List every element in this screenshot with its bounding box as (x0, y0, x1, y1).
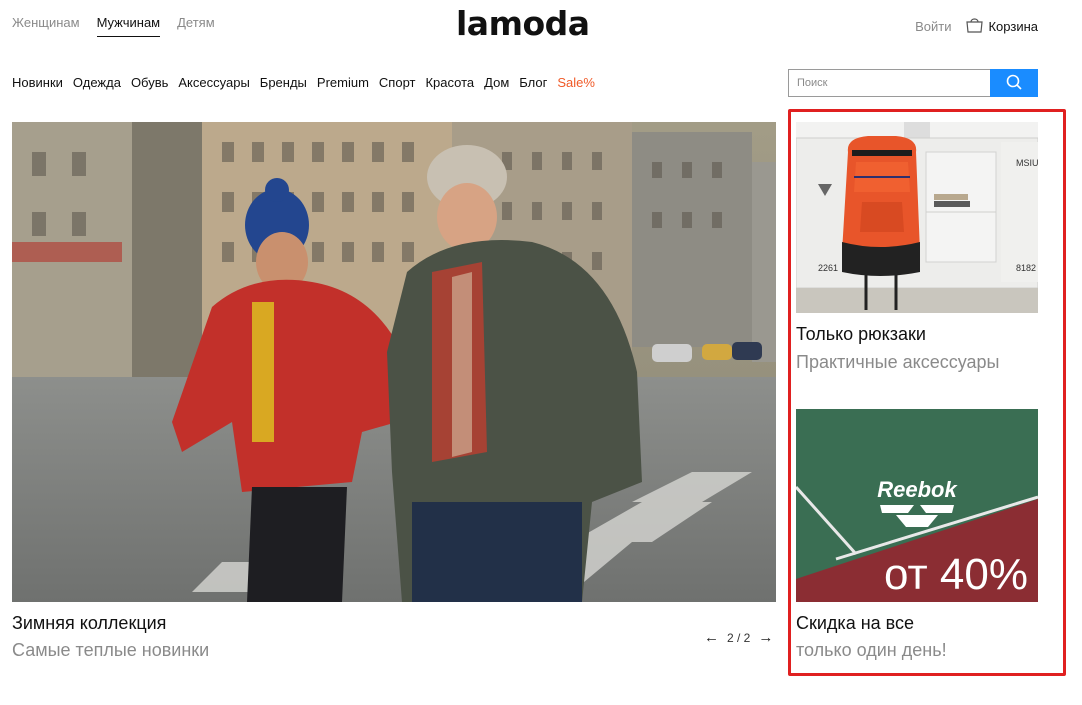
nav-sale[interactable]: Sale% (557, 75, 595, 90)
login-link[interactable]: Войти (915, 19, 951, 34)
nav-shoes[interactable]: Обувь (131, 75, 168, 90)
promo-sale-title[interactable]: Скидка на все (796, 613, 914, 634)
hero-banner-image[interactable] (12, 122, 776, 602)
nav-clothing[interactable]: Одежда (73, 75, 121, 90)
nav-accessories[interactable]: Аксессуары (178, 75, 249, 90)
gender-tabs: Женщинам Мужчинам Детям (12, 15, 215, 37)
nav-beauty[interactable]: Красота (425, 75, 474, 90)
arrow-left-icon[interactable]: ← (704, 629, 719, 646)
arrow-right-icon[interactable]: → (758, 629, 773, 646)
hero-subtitle: Самые теплые новинки (12, 640, 210, 660)
promo-backpacks-title[interactable]: Только рюкзаки (796, 324, 926, 345)
backpack-illustration: 2261 8182 MSIU (796, 122, 1038, 313)
search-button[interactable] (990, 69, 1038, 97)
nav-sport[interactable]: Спорт (379, 75, 416, 90)
locker-label-right: 8182 (1016, 263, 1036, 273)
locker-label-top: MSIU (1016, 158, 1038, 168)
reebok-sale-illustration: Reebok от 40% (796, 409, 1038, 602)
nav-new[interactable]: Новинки (12, 75, 63, 90)
tab-kids[interactable]: Детям (177, 15, 215, 37)
cart-link[interactable]: Корзина (965, 16, 1038, 37)
nav-brands[interactable]: Бренды (260, 75, 307, 90)
reebok-logo: Reebok (877, 477, 958, 502)
hero-pager: ← 2 / 2 → (704, 629, 773, 646)
pager-counter: 2 / 2 (727, 630, 751, 645)
nav-premium[interactable]: Premium (317, 75, 369, 90)
nav-blog[interactable]: Блог (519, 75, 547, 90)
discount-label: от 40% (884, 550, 1028, 599)
category-nav: Новинки Одежда Обувь Аксессуары Бренды P… (12, 75, 595, 90)
tab-men[interactable]: Мужчинам (96, 15, 161, 37)
tab-women[interactable]: Женщинам (12, 15, 80, 37)
lamoda-logo[interactable]: lamoda (456, 4, 590, 43)
search-bar (788, 69, 1038, 97)
hero-photo-illustration (12, 122, 776, 602)
promo-sale-subtitle: только один день! (796, 640, 947, 660)
promo-backpacks-image[interactable]: 2261 8182 MSIU (796, 122, 1038, 313)
promo-reebok-image[interactable]: Reebok от 40% (796, 409, 1038, 602)
search-input[interactable] (788, 69, 990, 97)
header-actions: Войти Корзина (915, 16, 1038, 37)
nav-home[interactable]: Дом (484, 75, 509, 90)
cart-label: Корзина (988, 19, 1038, 34)
promo-backpacks-subtitle: Практичные аксессуары (796, 352, 1000, 372)
cart-icon (965, 16, 984, 37)
hero-title[interactable]: Зимняя коллекция (12, 613, 166, 634)
search-icon (1005, 73, 1023, 94)
locker-label-left: 2261 (818, 263, 838, 273)
